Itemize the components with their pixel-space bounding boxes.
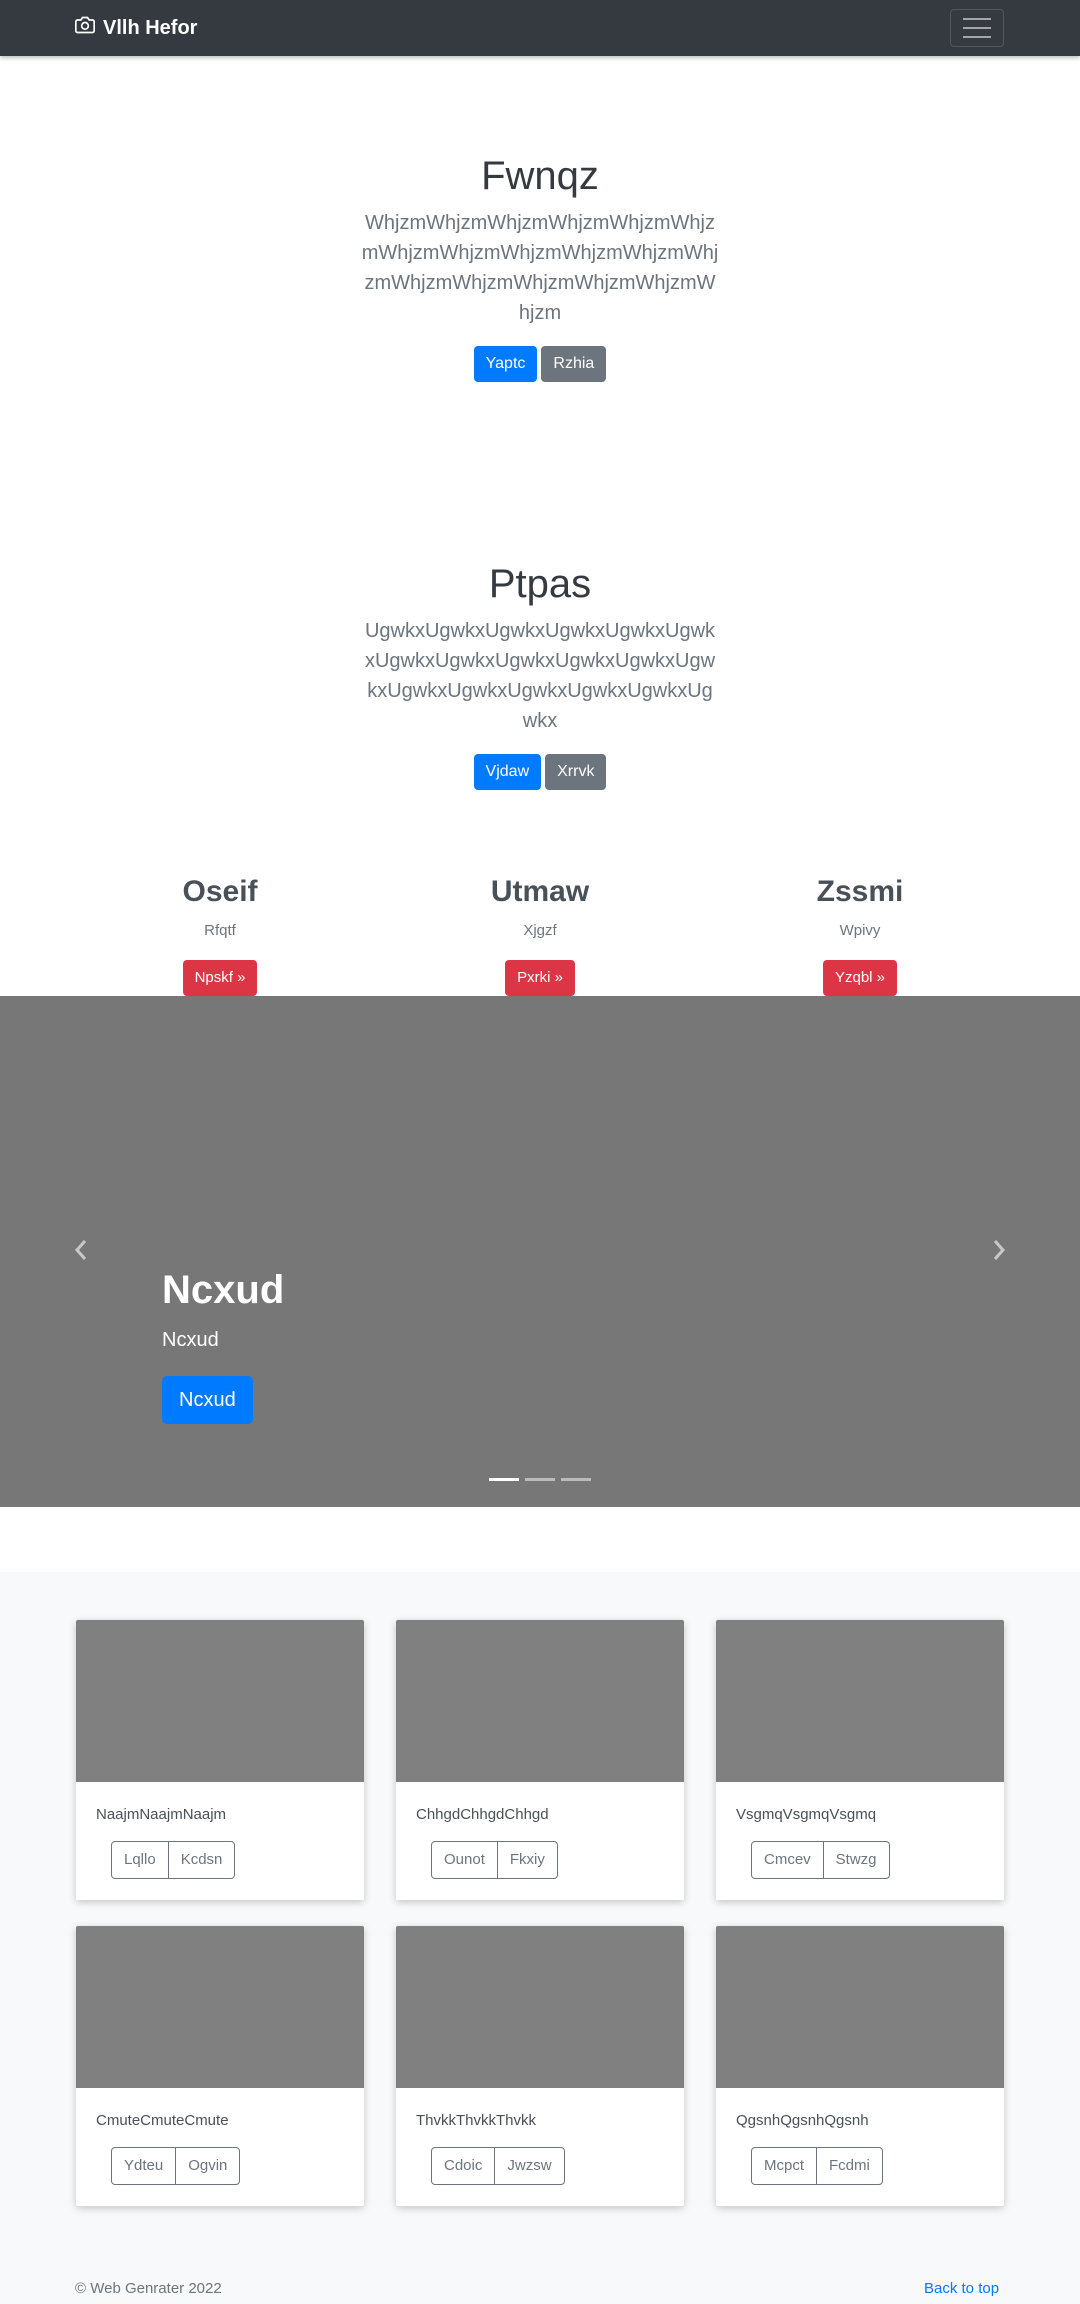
carousel-indicator-3[interactable] [561,1478,591,1481]
card-thumbnail [396,1926,684,2088]
album-card: QgsnhQgsnhQgsnh Mcpct Fcdmi [716,1926,1004,2206]
card-thumbnail [716,1926,1004,2088]
hamburger-line [963,36,991,38]
column-heading: Zssmi [816,875,904,908]
column-text: Xjgzf [523,922,557,939]
carousel-heading: Ncxud [162,1268,285,1312]
column-heading: Oseif [182,875,258,908]
card-button-2[interactable]: Jwzsw [494,2147,565,2185]
hero-title: Fwnqz [481,154,599,198]
card-text: NaajmNaajmNaajm [96,1806,227,1823]
album-card: ThvkkThvkkThvkk Cdoic Jwzsw [396,1926,684,2206]
card-button-2[interactable]: Fkxiy [496,1841,558,1879]
card-text: CmuteCmuteCmute [96,2112,229,2129]
card-thumbnail [76,1620,364,1782]
card-thumbnail [716,1620,1004,1782]
brand-name: Vllh Hefor [103,16,198,39]
card-text: ThvkkThvkkThvkk [416,2112,537,2129]
navbar-toggler-button[interactable] [950,9,1004,47]
album-card: ChhgdChhgdChhgd Ounot Fkxiy [396,1620,684,1900]
card-button-2[interactable]: Stwzg [822,1841,890,1879]
carousel-indicator-2[interactable] [525,1478,555,1481]
footer-copyright: © Web Genrater 2022 [75,2280,222,2297]
carousel-text: Ncxud [162,1329,219,1351]
column-text: Rfqtf [204,922,236,939]
hero-text: WhjzmWhjzmWhjzmWhjzmWhjzmWhjzmWhjzmWhjzm… [361,212,719,324]
card-text: QgsnhQgsnhQgsnh [736,2112,869,2129]
card-thumbnail [396,1620,684,1782]
hero-secondary-button[interactable]: Rzhia [541,346,607,382]
card-button-2[interactable]: Kcdsn [167,1841,236,1879]
column-button[interactable]: Yzqbl » [822,960,898,996]
carousel-button[interactable]: Ncxud [162,1376,253,1424]
column-heading: Utmaw [490,875,590,908]
camera-icon [75,15,103,41]
carousel-next-button[interactable] [979,1232,1019,1272]
carousel-caption: Ncxud Ncxud Ncxud [162,1266,284,1424]
chevron-right-icon [991,1239,1007,1266]
carousel-indicators [0,1478,1080,1481]
carousel-indicator-1[interactable] [489,1478,519,1481]
album-card: NaajmNaajmNaajm Lqllo Kcdsn [76,1620,364,1900]
card-button-group: Mcpct Fcdmi [751,2147,883,2185]
column-button[interactable]: Pxrki » [505,960,575,996]
back-to-top-link[interactable]: Back to top [924,2280,999,2297]
hero-secondary-button[interactable]: Xrrvk [545,754,607,790]
hamburger-menu-icon [963,18,991,20]
hero-section-1: Fwnqz WhjzmWhjzmWhjzmWhjzmWhjzmWhjzmWhjz… [0,152,1080,382]
card-thumbnail [76,1926,364,2088]
brand-link[interactable]: Vllh Hefor [75,14,197,42]
card-button-1[interactable]: Cdoic [431,2147,496,2185]
feature-column: Oseif Rfqtf Npskf » [70,868,370,996]
card-button-1[interactable]: Mcpct [751,2147,818,2185]
card-button-1[interactable]: Ydteu [111,2147,177,2185]
feature-column: Zssmi Wpivy Yzqbl » [710,868,1010,996]
card-button-2[interactable]: Fcdmi [816,2147,883,2185]
album-card: CmuteCmuteCmute Ydteu Ogvin [76,1926,364,2206]
hero-section-2: Ptpas UgwkxUgwkxUgwkxUgwkxUgwkxUgwkxUgwk… [0,560,1080,790]
carousel: Ncxud Ncxud Ncxud [0,996,1080,1507]
card-text: ChhgdChhgdChhgd [416,1806,549,1823]
navbar: Vllh Hefor [0,0,1080,56]
card-button-group: Ounot Fkxiy [431,1841,558,1879]
card-button-group: Cmcev Stwzg [751,1841,890,1879]
carousel-prev-button[interactable] [61,1232,101,1272]
hero-primary-button[interactable]: Yaptc [473,346,538,382]
album-section: NaajmNaajmNaajm Lqllo Kcdsn ChhgdChhgdCh… [0,1572,1080,2304]
card-button-group: Lqllo Kcdsn [111,1841,236,1879]
card-button-1[interactable]: Cmcev [751,1841,824,1879]
column-text: Wpivy [839,922,881,939]
column-button[interactable]: Npskf » [182,960,258,996]
card-button-group: Ydteu Ogvin [111,2147,241,2185]
hero-title: Ptpas [488,562,592,606]
card-button-1[interactable]: Lqllo [111,1841,169,1879]
card-button-1[interactable]: Ounot [431,1841,498,1879]
hero-text: UgwkxUgwkxUgwkxUgwkxUgwkxUgwkxUgwkxUgwkx… [364,620,716,732]
card-button-2[interactable]: Ogvin [175,2147,241,2185]
chevron-left-icon [73,1239,89,1266]
feature-column: Utmaw Xjgzf Pxrki » [390,868,690,996]
hamburger-line [963,27,991,29]
card-button-group: Cdoic Jwzsw [431,2147,565,2185]
album-card: VsgmqVsgmqVsgmq Cmcev Stwzg [716,1620,1004,1900]
card-text: VsgmqVsgmqVsgmq [736,1806,877,1823]
hero-primary-button[interactable]: Vjdaw [473,754,542,790]
